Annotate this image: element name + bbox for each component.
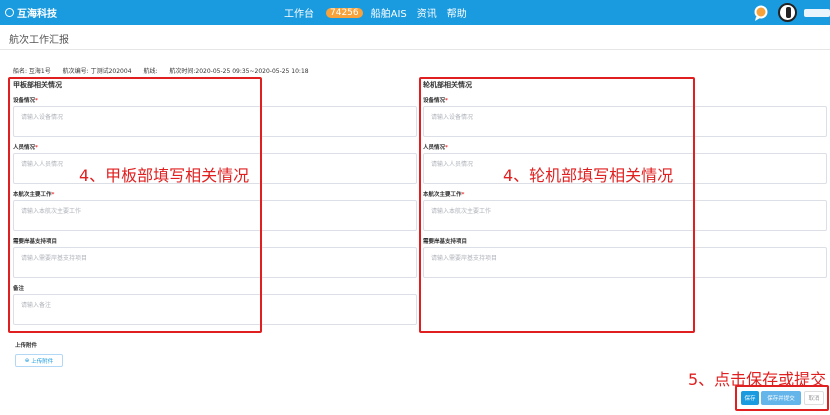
engine-highlight-box	[419, 77, 695, 333]
nav-workbench[interactable]: 工作台	[284, 5, 314, 20]
title-bar: 航次工作汇报	[0, 25, 830, 50]
deck-highlight-box	[8, 77, 262, 333]
header-right	[753, 3, 830, 22]
ship-name: 船名: 互海1号	[13, 68, 51, 75]
voyage-time: 航次时间:2020-05-25 09:35~2020-05-25 10:18	[169, 68, 309, 75]
logo-icon	[5, 8, 14, 17]
engine-annotation: 4、轮机部填写相关情况	[503, 166, 674, 185]
user-name-placeholder[interactable]	[804, 8, 830, 17]
nav-news[interactable]: 资讯	[417, 5, 437, 20]
nav-ship-ais[interactable]: 船舶AIS	[371, 5, 407, 20]
chat-icon[interactable]	[753, 4, 771, 22]
upload-icon: ⊕	[24, 357, 30, 364]
route: 航线:	[143, 68, 158, 75]
avatar[interactable]	[778, 3, 797, 22]
top-bar: 互海科技 工作台 74256 船舶AIS 资讯 帮助	[0, 0, 830, 25]
deck-annotation: 4、甲板部填写相关情况	[79, 166, 250, 185]
upload-button[interactable]: ⊕ 上传附件	[15, 354, 63, 367]
save-button[interactable]: 保存	[741, 391, 759, 405]
workbench-badge: 74256	[326, 7, 363, 18]
page-title: 航次工作汇报	[9, 35, 69, 46]
voyage-meta: 船名: 互海1号 航次编号: 丁测试202004 航线: 航次时间:2020-0…	[13, 66, 319, 75]
voyage-number: 航次编号: 丁测试202004	[62, 68, 132, 75]
top-nav: 工作台 74256 船舶AIS 资讯 帮助	[284, 5, 477, 20]
nav-workbench-label: 工作台	[284, 9, 314, 20]
save-submit-button[interactable]: 保存并提交	[761, 391, 801, 405]
upload-label: 上传附件	[15, 343, 38, 349]
cancel-button[interactable]: 取消	[804, 391, 824, 405]
brand[interactable]: 互海科技	[5, 5, 57, 20]
brand-name: 互海科技	[17, 9, 57, 20]
upload-button-label: 上传附件	[31, 358, 54, 365]
nav-help[interactable]: 帮助	[447, 5, 467, 20]
save-annotation: 5、点击保存或提交	[688, 370, 827, 389]
